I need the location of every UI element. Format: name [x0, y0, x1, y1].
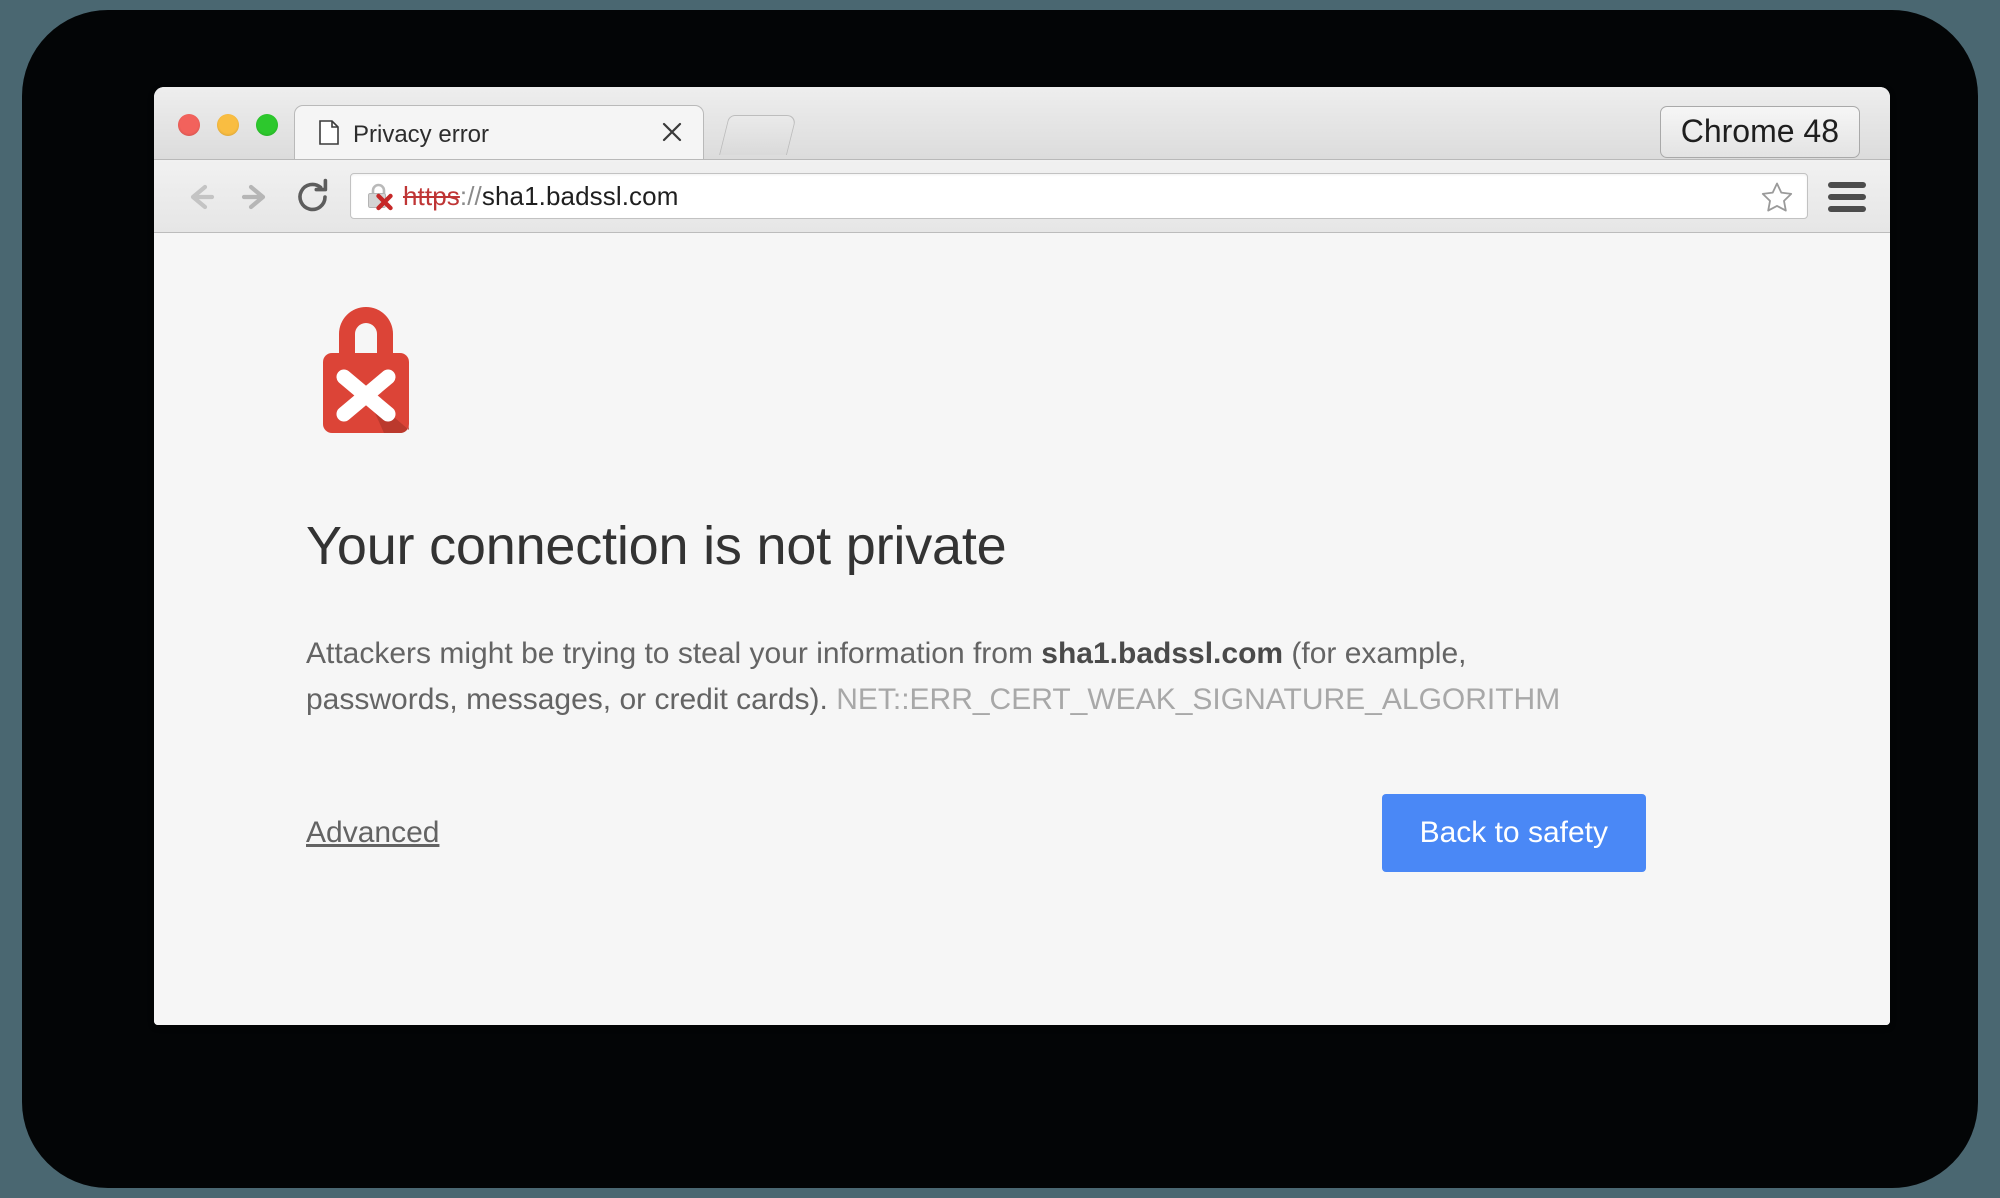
advanced-link[interactable]: Advanced — [306, 816, 439, 850]
forward-arrow-icon[interactable] — [236, 176, 278, 218]
menu-bar-2 — [1828, 194, 1866, 200]
close-icon[interactable] — [659, 119, 685, 145]
error-description-lead: Attackers might be trying to steal your … — [306, 637, 1042, 670]
url-scheme: https — [403, 180, 460, 211]
back-arrow-icon[interactable] — [178, 176, 220, 218]
browser-window: Privacy error Chrome 48 https://sha1.bad… — [154, 87, 1890, 1025]
url-separator: :// — [459, 180, 482, 211]
version-badge: Chrome 48 — [1659, 106, 1860, 158]
browser-toolbar: https://sha1.badssl.com — [154, 160, 1890, 233]
address-bar[interactable]: https://sha1.badssl.com — [350, 173, 1808, 219]
error-code: NET::ERR_CERT_WEAK_SIGNATURE_ALGORITHM — [836, 682, 1561, 716]
url-host: sha1.badssl.com — [481, 180, 679, 211]
hamburger-menu-icon[interactable] — [1828, 178, 1866, 216]
broken-lock-icon — [306, 293, 426, 439]
close-window-button[interactable] — [178, 114, 200, 136]
version-badge-label: Chrome 48 — [1680, 113, 1839, 149]
browser-tab-privacy-error[interactable]: Privacy error — [294, 105, 704, 159]
bookmark-star-icon[interactable] — [1760, 180, 1794, 214]
back-to-safety-button[interactable]: Back to safety — [1381, 794, 1646, 873]
zoom-window-button[interactable] — [256, 114, 278, 136]
url-text: https://sha1.badssl.com — [403, 181, 678, 212]
interstitial-actions: Advanced Back to safety — [306, 794, 1646, 882]
menu-bar-3 — [1828, 206, 1866, 212]
ssl-interstitial: Your connection is not private Attackers… — [306, 293, 1646, 882]
tab-strip: Privacy error Chrome 48 — [154, 87, 1890, 160]
reload-icon[interactable] — [292, 176, 334, 218]
minimize-window-button[interactable] — [217, 114, 239, 136]
page-icon — [319, 120, 339, 145]
error-host: sha1.badssl.com — [1041, 637, 1284, 670]
page-title: Your connection is not private — [306, 516, 1007, 576]
error-description: Attackers might be trying to steal your … — [306, 631, 1626, 722]
tab-title: Privacy error — [353, 121, 490, 148]
menu-bar-1 — [1828, 182, 1866, 188]
broken-lock-icon[interactable] — [365, 181, 393, 211]
page-content: Your connection is not private Attackers… — [154, 233, 1890, 1025]
new-tab-button[interactable] — [719, 115, 797, 155]
device-bezel: Privacy error Chrome 48 https://sha1.bad… — [22, 10, 1978, 1188]
window-controls — [178, 114, 278, 136]
